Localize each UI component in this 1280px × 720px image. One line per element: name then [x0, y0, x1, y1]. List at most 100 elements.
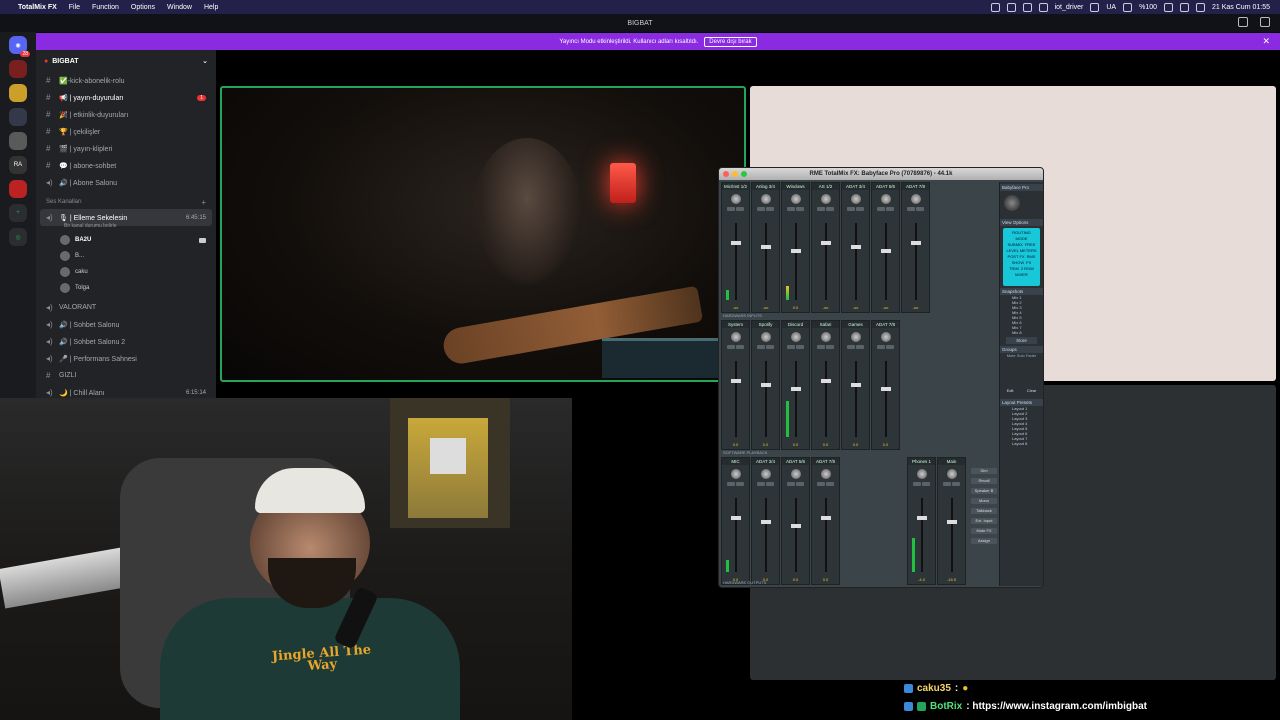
volume-dial[interactable] — [1004, 195, 1020, 211]
fader-track[interactable] — [735, 498, 737, 572]
video-tile-speaking[interactable] — [220, 86, 746, 382]
server-icon[interactable] — [9, 60, 27, 78]
fader-track[interactable] — [855, 361, 857, 437]
fader-track[interactable] — [855, 223, 857, 300]
gain-knob[interactable] — [910, 194, 921, 204]
strip-name[interactable]: Mic/Inst 1/2 — [722, 183, 749, 190]
fader-track[interactable] — [825, 361, 827, 437]
fader-handle[interactable] — [851, 383, 861, 387]
strip-name[interactable]: Safari — [812, 321, 839, 328]
status-icon[interactable] — [1038, 2, 1048, 12]
mute-solo-buttons[interactable] — [877, 345, 894, 349]
disable-streamer-mode-button[interactable]: Devre dışı bırak — [704, 36, 757, 47]
gain-knob[interactable] — [790, 194, 801, 204]
fader-handle[interactable] — [821, 379, 831, 383]
channel-strip[interactable]: ADAT 5/6 -oo — [871, 182, 900, 313]
monitor-button[interactable]: Recall — [971, 478, 997, 484]
strip-name[interactable]: ADAT 5/6 — [782, 458, 809, 465]
strip-name[interactable]: Games — [842, 321, 869, 328]
fader-handle[interactable] — [761, 383, 771, 387]
mute-solo-buttons[interactable] — [913, 482, 930, 486]
routing-options-panel[interactable]: ROUTING MODESUBMIX FREELEVEL METERSPOST F… — [1003, 228, 1040, 286]
mute-solo-buttons[interactable] — [817, 207, 834, 211]
strip-name[interactable]: ADAT 7/8 — [812, 458, 839, 465]
strip-name[interactable]: ADAT 3/4 — [752, 458, 779, 465]
close-window-icon[interactable] — [723, 171, 729, 177]
fader-track[interactable] — [795, 223, 797, 300]
fader-handle[interactable] — [851, 245, 861, 249]
chevron-down-icon[interactable]: ⌄ — [202, 57, 208, 65]
fader-track[interactable] — [825, 498, 827, 572]
fader-track[interactable] — [795, 498, 797, 572]
explore-icon[interactable]: ◎ — [9, 228, 27, 246]
gain-knob[interactable] — [760, 332, 771, 342]
fader-handle[interactable] — [947, 520, 957, 524]
strip-name[interactable]: Spotify — [752, 321, 779, 328]
status-icon[interactable] — [990, 2, 1000, 12]
status-icon[interactable] — [1090, 2, 1100, 12]
close-icon[interactable]: ✕ — [1262, 36, 1270, 47]
gain-knob[interactable] — [730, 332, 741, 342]
edit-button[interactable]: Edit — [1007, 388, 1014, 393]
mute-solo-buttons[interactable] — [727, 482, 744, 486]
menu-window[interactable]: Window — [161, 4, 198, 11]
fader-track[interactable] — [951, 498, 953, 572]
fader-track[interactable] — [765, 361, 767, 437]
server-ra[interactable]: RA — [9, 156, 27, 174]
strip-name[interactable]: Phones 1 — [908, 458, 935, 465]
fader-handle[interactable] — [881, 249, 891, 253]
strip-name[interactable]: Discord — [782, 321, 809, 328]
device-select[interactable]: Babyface Pro — [1000, 184, 1043, 191]
channel-strip[interactable]: AS 1/2 -oo — [811, 182, 840, 313]
gain-knob[interactable] — [760, 469, 771, 479]
gain-knob[interactable] — [916, 469, 927, 479]
mute-solo-buttons[interactable] — [817, 482, 834, 486]
gain-knob[interactable] — [730, 469, 741, 479]
channel-strip[interactable]: Main -16.5 — [937, 457, 966, 585]
home-icon[interactable]: ◉ 28 — [9, 36, 30, 57]
inbox-icon[interactable] — [1238, 17, 1248, 27]
voice-user[interactable]: BA2U — [36, 232, 216, 248]
fader-track[interactable] — [765, 223, 767, 300]
channel-strip[interactable]: Discord 0.0 — [781, 320, 810, 450]
fader-handle[interactable] — [731, 241, 741, 245]
mute-solo-buttons[interactable] — [757, 345, 774, 349]
channel-strip[interactable]: Spotify 0.0 — [751, 320, 780, 450]
status-icon[interactable] — [1006, 2, 1016, 12]
monitor-button[interactable]: Talkback — [971, 508, 997, 514]
monitor-button[interactable]: Dim — [971, 468, 997, 474]
mute-solo-buttons[interactable] — [943, 482, 960, 486]
fader-handle[interactable] — [911, 241, 921, 245]
voice-channel-item[interactable]: ◂) 🔊 | Sohbet Salonu 2 — [36, 333, 216, 350]
gain-knob[interactable] — [820, 469, 831, 479]
server-icon[interactable] — [9, 108, 27, 126]
gain-knob[interactable] — [880, 194, 891, 204]
fader-handle[interactable] — [731, 516, 741, 520]
voice-user[interactable]: caku — [36, 264, 216, 280]
status-icon[interactable] — [1123, 2, 1133, 12]
fader-track[interactable] — [915, 223, 917, 300]
mute-solo-buttons[interactable] — [787, 482, 804, 486]
status-icon[interactable] — [1022, 2, 1032, 12]
voice-channel-item[interactable]: # GIZLI — [36, 367, 216, 384]
monitor-button[interactable]: Speaker B — [971, 488, 997, 494]
menu-options[interactable]: Options — [125, 4, 161, 11]
store-button[interactable]: Store — [1006, 337, 1037, 344]
strip-name[interactable]: ADAT 7/8 — [872, 321, 899, 328]
totalmix-window[interactable]: RME TotalMix FX: Babyface Pro (70789876)… — [718, 167, 1044, 588]
monitor-button[interactable]: Mono — [971, 498, 997, 504]
strip-name[interactable]: Anlog 3/4 — [752, 183, 779, 190]
voice-user[interactable]: Tolga — [36, 280, 216, 296]
search-icon[interactable] — [1180, 2, 1190, 12]
clear-button[interactable]: Clear — [1027, 388, 1037, 393]
gain-knob[interactable] — [820, 332, 831, 342]
channel-strip[interactable]: Anlog 3/4 -oo — [751, 182, 780, 313]
fader-handle[interactable] — [761, 520, 771, 524]
control-center-icon[interactable] — [1196, 2, 1206, 12]
fader-handle[interactable] — [731, 379, 741, 383]
list-item[interactable]: Layout 8 — [1000, 441, 1043, 446]
channel-strip[interactable]: ADAT 5/6 0.0 — [781, 457, 810, 585]
monitor-button[interactable]: Assign — [971, 538, 997, 544]
fader-track[interactable] — [825, 223, 827, 300]
channel-strip[interactable]: Safari 0.0 — [811, 320, 840, 450]
